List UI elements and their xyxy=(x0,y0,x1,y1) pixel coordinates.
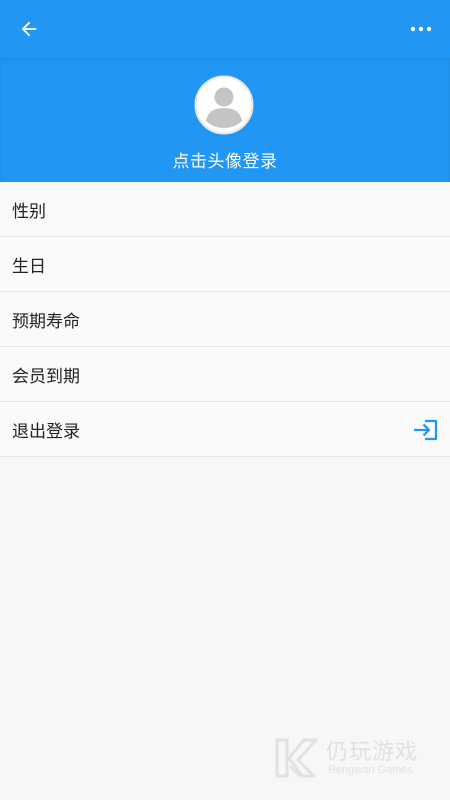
menu-item-label: 性别 xyxy=(12,201,46,222)
menu-item-gender[interactable]: 性别 xyxy=(0,182,450,237)
menu-item-label: 预期寿命 xyxy=(12,311,80,332)
arrow-left-icon xyxy=(21,21,37,37)
logout-icon xyxy=(414,419,438,441)
user-avatar-icon[interactable] xyxy=(194,75,254,135)
menu-item-label: 退出登录 xyxy=(12,421,80,442)
menu-item-logout[interactable]: 退出登录 xyxy=(0,402,450,457)
menu-item-membership-expiry[interactable]: 会员到期 xyxy=(0,347,450,402)
app-screen: 点击头像登录 性别 生日 预期寿命 会员到期 退出登录 仍玩游戏 Rengwan… xyxy=(0,0,450,800)
menu-item-birthday[interactable]: 生日 xyxy=(0,237,450,292)
profile-header: 点击头像登录 xyxy=(0,58,450,182)
brand-watermark: 仍玩游戏 Rengwan Games xyxy=(274,734,434,782)
brand-name-english: Rengwan Games xyxy=(328,764,413,776)
menu-item-label: 生日 xyxy=(12,256,46,277)
brand-logo-icon xyxy=(275,738,318,778)
settings-menu: 性别 生日 预期寿命 会员到期 退出登录 xyxy=(0,182,450,457)
menu-item-label: 会员到期 xyxy=(12,366,80,387)
login-prompt[interactable]: 点击头像登录 xyxy=(0,147,450,172)
more-horizontal-icon xyxy=(410,26,432,32)
more-options-button[interactable] xyxy=(392,0,450,58)
back-button[interactable] xyxy=(0,0,58,58)
app-bar xyxy=(0,0,450,58)
brand-name: 仍玩游戏 xyxy=(326,740,419,765)
menu-item-life-expectancy[interactable]: 预期寿命 xyxy=(0,292,450,347)
